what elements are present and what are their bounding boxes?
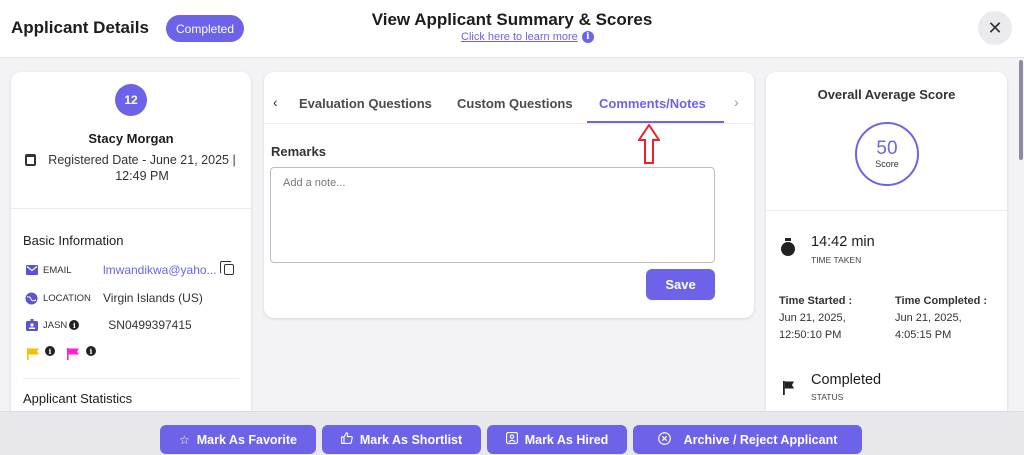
time-completed-value: Jun 21, 2025, 4:05:15 PM [895, 312, 962, 341]
location-row: LOCATION Virgin Islands (US) [25, 291, 203, 305]
status-value: Completed [811, 372, 882, 388]
mark-shortlist-label: Mark As Shortlist [359, 432, 463, 447]
mark-shortlist-button[interactable]: Mark As Shortlist [322, 425, 481, 454]
tab-evaluation-questions[interactable]: Evaluation Questions [299, 96, 432, 111]
tab-comments-notes[interactable]: Comments/Notes [599, 96, 706, 111]
divider [11, 208, 251, 209]
flag-info-icon[interactable]: i [86, 346, 96, 356]
jasn-label: JASN [43, 319, 68, 331]
active-tab-indicator [587, 121, 724, 123]
score-value: 50 [876, 138, 898, 159]
flag-icon [783, 381, 794, 395]
cancel-circle-icon [657, 431, 671, 448]
comments-card: ‹ Evaluation Questions Custom Questions … [264, 72, 754, 318]
time-taken-value: 14:42 min [811, 234, 875, 250]
id-badge-icon [25, 319, 38, 332]
note-input[interactable] [270, 167, 715, 263]
calendar-icon [25, 154, 36, 166]
email-value[interactable]: lmwandikwa@yaho... [103, 263, 217, 277]
applicant-name: Stacy Morgan [88, 131, 174, 146]
copy-icon[interactable] [220, 261, 234, 275]
page-header: Applicant Details Completed View Applica… [0, 0, 1024, 58]
jasn-value: SN0499397415 [108, 318, 192, 332]
archive-reject-label: Archive / Reject Applicant [683, 432, 838, 447]
statistics-title: Applicant Statistics [23, 391, 133, 406]
score-unit: Score [875, 159, 899, 169]
time-started-value: Jun 21, 2025, 12:50:10 PM [779, 312, 846, 341]
mark-hired-label: Mark As Hired [524, 432, 609, 447]
stopwatch-icon [781, 238, 795, 256]
status-label: STATUS [811, 392, 844, 402]
id-card-icon [505, 432, 518, 447]
mark-favorite-button[interactable]: ☆ Mark As Favorite [160, 425, 316, 454]
pink-flag-icon[interactable] [67, 347, 79, 360]
time-started-label: Time Started : [779, 295, 853, 307]
action-footer: ☆ Mark As Favorite Mark As Shortlist Mar… [0, 411, 1024, 455]
summary-title: View Applicant Summary & Scores [371, 10, 653, 29]
archive-reject-button[interactable]: Archive / Reject Applicant [633, 425, 862, 454]
info-icon: i [581, 31, 594, 43]
divider [23, 378, 239, 379]
mark-hired-button[interactable]: Mark As Hired [487, 425, 627, 454]
thumbs-up-icon [340, 432, 353, 447]
chevron-left-icon[interactable]: ‹ [273, 94, 278, 110]
remarks-label: Remarks [271, 144, 326, 159]
location-label: LOCATION [43, 292, 91, 304]
basic-info-title: Basic Information [23, 233, 124, 248]
close-icon: ✕ [987, 17, 1003, 38]
jasn-row: JASN i SN0499397415 [25, 318, 192, 332]
tab-bar: ‹ Evaluation Questions Custom Questions … [264, 72, 754, 124]
yellow-flag-icon[interactable] [27, 347, 39, 360]
scrollbar[interactable] [1019, 60, 1023, 160]
jasn-info-icon[interactable]: i [69, 320, 80, 330]
annotation-arrow-icon [638, 124, 660, 164]
divider [766, 210, 1007, 211]
location-value: Virgin Islands (US) [103, 291, 203, 305]
time-taken-label: TIME TAKEN [811, 255, 862, 265]
time-completed-label: Time Completed : [895, 295, 988, 307]
tab-custom-questions[interactable]: Custom Questions [457, 96, 573, 111]
mark-favorite-label: Mark As Favorite [196, 432, 298, 447]
close-button[interactable]: ✕ [978, 11, 1012, 45]
learn-more-label: Click here to learn more [461, 31, 578, 43]
star-icon: ☆ [178, 432, 190, 447]
registered-date: Registered Date - June 21, 2025 | 12:49 … [48, 153, 236, 183]
score-circle: 50 Score [855, 122, 919, 186]
email-label: EMAIL [43, 264, 72, 276]
chevron-right-icon[interactable]: › [734, 94, 739, 110]
globe-icon [25, 292, 38, 305]
email-icon [25, 264, 38, 277]
learn-more-link[interactable]: Click here to learn more i [461, 31, 594, 43]
flag-info-icon[interactable]: i [45, 346, 55, 356]
applicant-profile-card: 12 Stacy Morgan Registered Date - June 2… [11, 72, 251, 455]
save-button[interactable]: Save [646, 269, 715, 300]
email-row: EMAIL lmwandikwa@yaho... [25, 263, 217, 277]
score-card: Overall Average Score 50 Score 14:42 min… [766, 72, 1007, 455]
overall-score-title: Overall Average Score [817, 87, 956, 102]
avatar: 12 [115, 84, 147, 116]
